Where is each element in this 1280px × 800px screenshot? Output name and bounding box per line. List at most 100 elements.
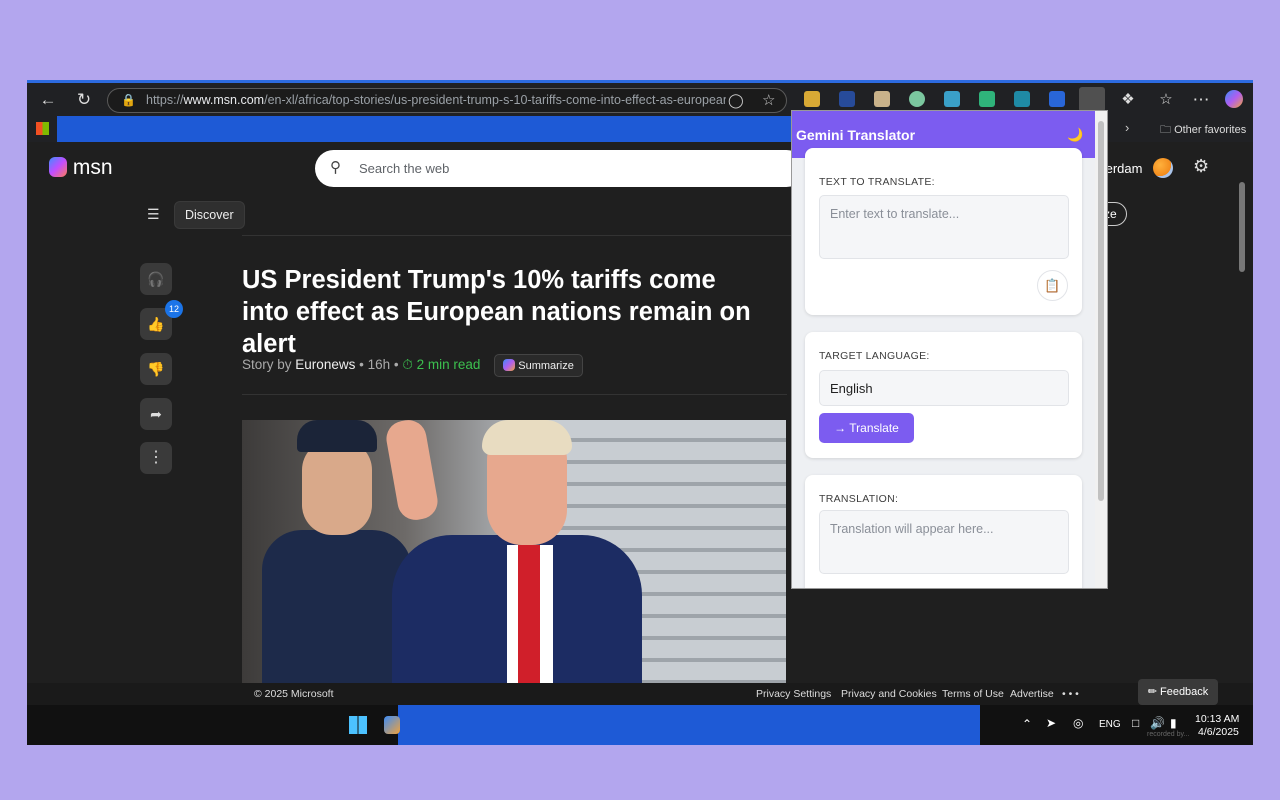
msn-logo[interactable]: msn [49, 156, 113, 180]
msn-logo-text: msn [72, 156, 113, 179]
summarize-label: Summarize [518, 360, 574, 372]
puzzle-blue-icon[interactable] [1049, 91, 1065, 107]
extension-icon-5[interactable] [944, 91, 960, 107]
favorites-icon[interactable]: ☆ [1155, 89, 1177, 111]
extension-icon-2[interactable] [839, 91, 855, 107]
back-arrow-icon[interactable]: ← [37, 89, 59, 111]
address-bar[interactable]: 🔒 https://www.msn.com/en-xl/africa/top-s… [107, 88, 787, 113]
language-card: TARGET LANGUAGE: English → Translate [805, 332, 1082, 458]
arrow-right-icon: → [834, 421, 847, 435]
officer-cap [297, 420, 377, 452]
scrollbar-thumb[interactable] [1239, 182, 1245, 272]
gemini-translator-popup: Gemini Translator 🌙 TEXT TO TRANSLATE: E… [791, 110, 1108, 589]
hair [482, 420, 572, 455]
extension-icon-6[interactable] [979, 91, 995, 107]
refresh-icon[interactable]: ↻ [73, 89, 95, 111]
nav-discover[interactable]: Discover [174, 201, 245, 229]
search-icon: ⚲ [330, 159, 341, 176]
url-domain: www.msn.com [183, 93, 265, 107]
red-tie [518, 545, 540, 683]
input-card: TEXT TO TRANSLATE: Enter text to transla… [805, 148, 1082, 315]
gemini-translator-extension-icon[interactable] [1079, 87, 1105, 112]
story-by-label: Story by [242, 357, 292, 372]
extensions-puzzle-icon[interactable]: ❖ [1117, 89, 1139, 111]
extension-icon-3[interactable] [874, 91, 890, 107]
tray-chevron-up-icon[interactable]: ⌃ [1022, 717, 1032, 731]
search-box[interactable]: ⚲ Search the web [315, 150, 805, 187]
url-text[interactable]: https://www.msn.com/en-xl/africa/top-sto… [146, 93, 726, 107]
other-favorites-label: Other favorites [1174, 124, 1247, 136]
language-indicator[interactable]: ENG [1099, 719, 1121, 730]
divider [242, 394, 787, 395]
taskbar-highlight [398, 705, 980, 745]
footer-link-advertise[interactable]: Advertise [1010, 688, 1054, 700]
clock-date[interactable]: 4/6/2025 [1198, 726, 1239, 738]
share-icon[interactable]: ➦ [140, 398, 172, 430]
page-scrollbar[interactable] [1239, 162, 1247, 742]
reader-icon[interactable]: ◯ [728, 92, 744, 109]
dislike-icon[interactable]: 👎 [140, 353, 172, 385]
recorder-watermark: recorded by... [1147, 731, 1190, 738]
copilot-taskbar-icon[interactable] [384, 716, 400, 734]
target-language-value: English [830, 381, 873, 396]
feedback-label: Feedback [1159, 686, 1209, 698]
article-age: 16h [367, 357, 391, 372]
microsoft-logo-icon[interactable] [36, 122, 49, 135]
network-icon[interactable]: □ [1132, 716, 1139, 730]
popup-scrollbar-thumb[interactable] [1098, 121, 1104, 501]
hamburger-menu-icon[interactable]: ☰ [147, 206, 160, 223]
article-headline: US President Trump's 10% tariffs come in… [242, 266, 751, 358]
url-path: /en-xl/africa/top-stories/us-president-t… [264, 93, 726, 107]
popup-scrollbar[interactable] [1095, 111, 1107, 588]
highlight-bar [57, 116, 795, 142]
source-text-input[interactable]: Enter text to translate... [819, 195, 1069, 259]
translation-output[interactable]: Translation will appear here... [819, 510, 1069, 574]
copyright: © 2025 Microsoft [254, 688, 334, 700]
listen-headphones-icon[interactable]: 🎧 [140, 263, 172, 295]
settings-gear-icon[interactable]: ⚙ [1193, 156, 1209, 177]
location-arrow-icon[interactable]: ➤ [1046, 716, 1056, 730]
article-photo[interactable] [242, 420, 786, 683]
other-favorites[interactable]: 🗀 Other favorites [1160, 121, 1246, 140]
summarize-button[interactable]: Summarize [494, 354, 583, 377]
more-options-icon[interactable]: ⋮ [140, 442, 172, 474]
msn-butterfly-icon [49, 157, 67, 177]
tray-app-icon[interactable]: ◎ [1073, 716, 1083, 730]
translate-button[interactable]: → Translate [819, 413, 914, 443]
officer-uniform [262, 530, 412, 683]
lock-icon[interactable]: 🔒 [121, 93, 136, 107]
source-text-placeholder: Enter text to translate... [830, 207, 960, 221]
feedback-icon: ✏ [1147, 686, 1157, 698]
search-placeholder: Search the web [359, 161, 450, 176]
read-time-label: 2 min read [416, 357, 481, 372]
copilot-icon[interactable] [1225, 90, 1243, 108]
article-source[interactable]: Euronews [295, 357, 355, 372]
extension-icon-4[interactable] [909, 91, 925, 107]
windows-taskbar: ⌃ ➤ ◎ ENG □ 🔊 ▮ 10:13 AM 4/6/2025 record… [27, 705, 1253, 745]
article-meta: Story by Euronews • 16h • ⏱ 2 min read S… [242, 354, 583, 377]
extension-icon-7[interactable] [1014, 91, 1030, 107]
chevron-right-icon[interactable]: › [1125, 120, 1129, 135]
footer-link-privacy-settings[interactable]: Privacy Settings [756, 688, 831, 700]
favorite-star-icon[interactable]: ☆ [762, 91, 775, 109]
like-count-badge: 12 [165, 300, 183, 318]
dark-mode-moon-icon[interactable]: 🌙 [1067, 127, 1083, 143]
divider [242, 235, 792, 236]
paste-clipboard-icon[interactable]: 📋 [1037, 270, 1068, 301]
footer-link-privacy-cookies[interactable]: Privacy and Cookies [841, 688, 937, 700]
extension-icon-1[interactable] [804, 91, 820, 107]
volume-icon[interactable]: 🔊 [1150, 716, 1165, 730]
target-language-select[interactable]: English [819, 370, 1069, 406]
clock-time[interactable]: 10:13 AM [1195, 713, 1239, 725]
weather-icon[interactable] [1153, 158, 1173, 178]
translate-button-label: Translate [849, 421, 899, 435]
text-to-translate-label: TEXT TO TRANSLATE: [819, 176, 935, 188]
feedback-button[interactable]: ✏ Feedback [1138, 679, 1218, 705]
weather-location[interactable]: terdam [1102, 161, 1142, 176]
battery-icon[interactable]: ▮ [1170, 716, 1177, 730]
more-menu-icon[interactable]: ⋯ [1190, 89, 1212, 111]
windows-start-icon[interactable] [349, 716, 367, 734]
translation-placeholder: Translation will appear here... [830, 522, 994, 536]
footer-more-button[interactable]: • • • [1062, 688, 1079, 700]
footer-link-terms[interactable]: Terms of Use [942, 688, 1004, 700]
